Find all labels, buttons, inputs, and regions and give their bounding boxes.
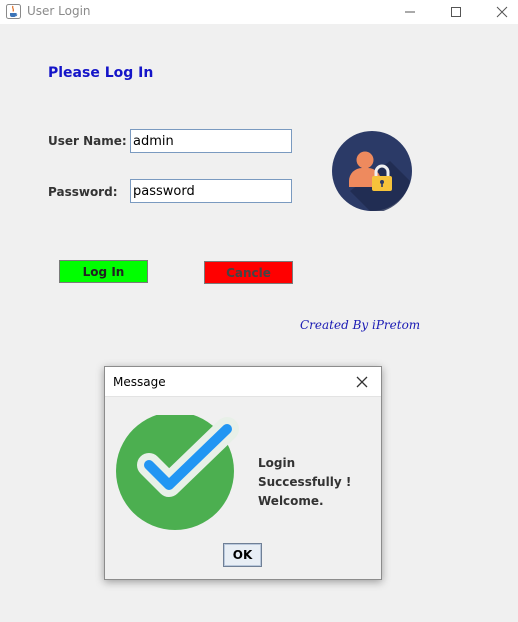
minimize-icon	[405, 11, 415, 13]
credit-text: Created By iPretom	[300, 318, 421, 332]
minimize-button[interactable]	[387, 0, 433, 24]
dialog-title: Message	[113, 375, 166, 389]
username-input[interactable]	[130, 129, 292, 153]
user-lock-icon	[332, 131, 412, 211]
java-cup-icon	[6, 4, 21, 19]
close-icon	[496, 6, 508, 18]
maximize-button[interactable]	[433, 0, 479, 24]
username-label: User Name:	[48, 134, 127, 148]
window-title: User Login	[27, 4, 91, 18]
maximize-icon	[451, 7, 461, 17]
dialog-message-line1: Login Successfully !	[258, 456, 352, 489]
dialog-message-line2: Welcome.	[258, 494, 324, 508]
dialog-close-icon[interactable]	[353, 373, 371, 391]
ok-button[interactable]: OK	[223, 543, 262, 567]
password-input[interactable]	[130, 179, 292, 203]
page-heading: Please Log In	[48, 65, 154, 81]
dialog-titlebar: Message	[105, 367, 381, 397]
dialog-message: Login Successfully ! Welcome.	[258, 454, 381, 511]
close-window-button[interactable]	[479, 0, 518, 24]
message-dialog: Message Login Successfully ! Welcome. OK	[104, 366, 382, 580]
cancel-button[interactable]: Cancle	[204, 261, 293, 284]
password-label: Password:	[48, 185, 118, 199]
success-check-icon	[116, 415, 239, 530]
window-titlebar: User Login	[0, 0, 518, 24]
login-button[interactable]: Log In	[59, 260, 148, 283]
